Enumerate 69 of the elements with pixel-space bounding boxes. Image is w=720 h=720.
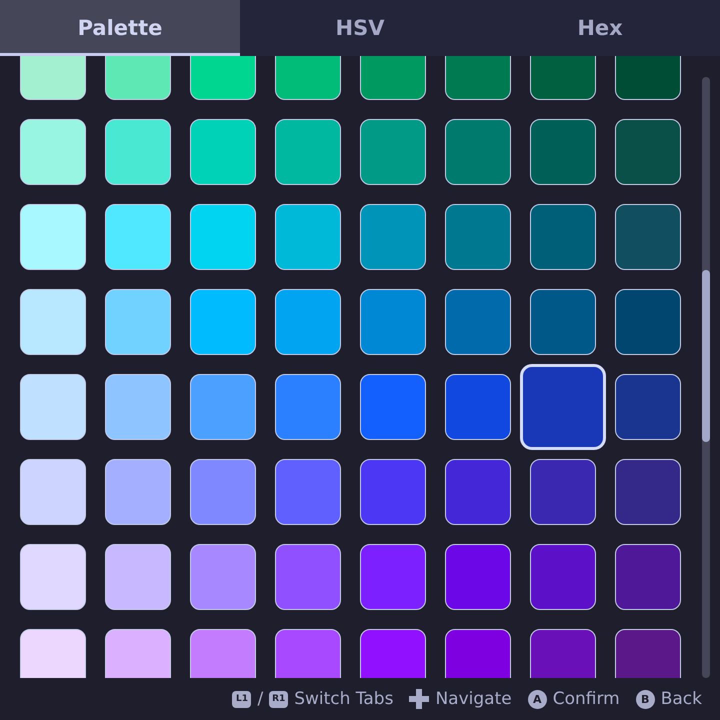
color-swatch[interactable] <box>530 289 596 355</box>
face-key-badge: A <box>528 690 547 708</box>
scrollbar-track[interactable] <box>702 77 710 678</box>
color-swatch[interactable] <box>445 374 511 440</box>
color-swatch[interactable] <box>275 544 341 610</box>
color-swatch[interactable] <box>615 374 681 440</box>
color-swatch[interactable] <box>360 374 426 440</box>
color-swatch[interactable] <box>190 204 256 270</box>
color-swatch[interactable] <box>20 204 86 270</box>
color-swatch[interactable] <box>105 374 171 440</box>
color-swatch[interactable] <box>615 629 681 678</box>
color-swatch[interactable] <box>530 119 596 185</box>
scrollbar-thumb[interactable] <box>702 270 710 442</box>
color-swatch[interactable] <box>530 204 596 270</box>
color-swatch[interactable] <box>445 459 511 525</box>
color-swatch[interactable] <box>20 459 86 525</box>
color-swatch[interactable] <box>530 629 596 678</box>
color-swatch[interactable] <box>105 204 171 270</box>
face-key-badge: B <box>636 690 655 708</box>
color-swatch[interactable] <box>20 629 86 678</box>
color-swatch[interactable] <box>20 374 86 440</box>
color-swatch[interactable] <box>360 204 426 270</box>
color-swatch[interactable] <box>190 119 256 185</box>
color-swatch[interactable] <box>275 289 341 355</box>
hint-label: Navigate <box>435 689 512 709</box>
color-swatch[interactable] <box>20 289 86 355</box>
color-swatch[interactable] <box>105 289 171 355</box>
dpad-icon <box>409 689 430 709</box>
color-swatch[interactable] <box>445 544 511 610</box>
color-swatch[interactable] <box>275 459 341 525</box>
color-swatch[interactable] <box>360 544 426 610</box>
hint-label: Switch Tabs <box>294 689 394 709</box>
color-swatch[interactable] <box>360 289 426 355</box>
color-swatch[interactable] <box>530 544 596 610</box>
hint-label: Confirm <box>552 689 620 709</box>
color-swatch[interactable] <box>615 289 681 355</box>
color-swatch[interactable] <box>615 459 681 525</box>
shoulder-key-badge: L1 <box>232 690 252 708</box>
color-swatch[interactable] <box>105 459 171 525</box>
color-swatch[interactable] <box>445 119 511 185</box>
color-swatch[interactable] <box>275 204 341 270</box>
tab[interactable]: Palette <box>0 0 240 56</box>
color-swatch[interactable] <box>445 204 511 270</box>
color-swatch[interactable] <box>275 374 341 440</box>
color-swatch[interactable] <box>190 459 256 525</box>
color-swatch[interactable] <box>190 374 256 440</box>
color-swatch[interactable] <box>105 544 171 610</box>
color-swatch[interactable] <box>20 544 86 610</box>
color-swatch[interactable] <box>360 119 426 185</box>
color-swatch[interactable] <box>445 629 511 678</box>
color-swatch[interactable] <box>445 289 511 355</box>
color-swatch[interactable] <box>275 119 341 185</box>
color-swatch[interactable] <box>190 544 256 610</box>
color-swatch[interactable] <box>615 119 681 185</box>
separator-text: / <box>257 689 264 709</box>
color-swatch[interactable] <box>520 364 606 450</box>
color-swatch[interactable] <box>190 629 256 678</box>
color-swatch[interactable] <box>530 459 596 525</box>
color-swatch[interactable] <box>275 629 341 678</box>
color-swatch[interactable] <box>190 289 256 355</box>
color-swatch[interactable] <box>360 459 426 525</box>
color-swatch[interactable] <box>105 119 171 185</box>
color-swatch[interactable] <box>360 629 426 678</box>
color-swatch[interactable] <box>105 629 171 678</box>
color-swatch[interactable] <box>615 544 681 610</box>
shoulder-key-badge: R1 <box>269 690 288 708</box>
color-swatch[interactable] <box>20 119 86 185</box>
hint-label: Back <box>660 689 702 709</box>
color-swatch[interactable] <box>615 204 681 270</box>
